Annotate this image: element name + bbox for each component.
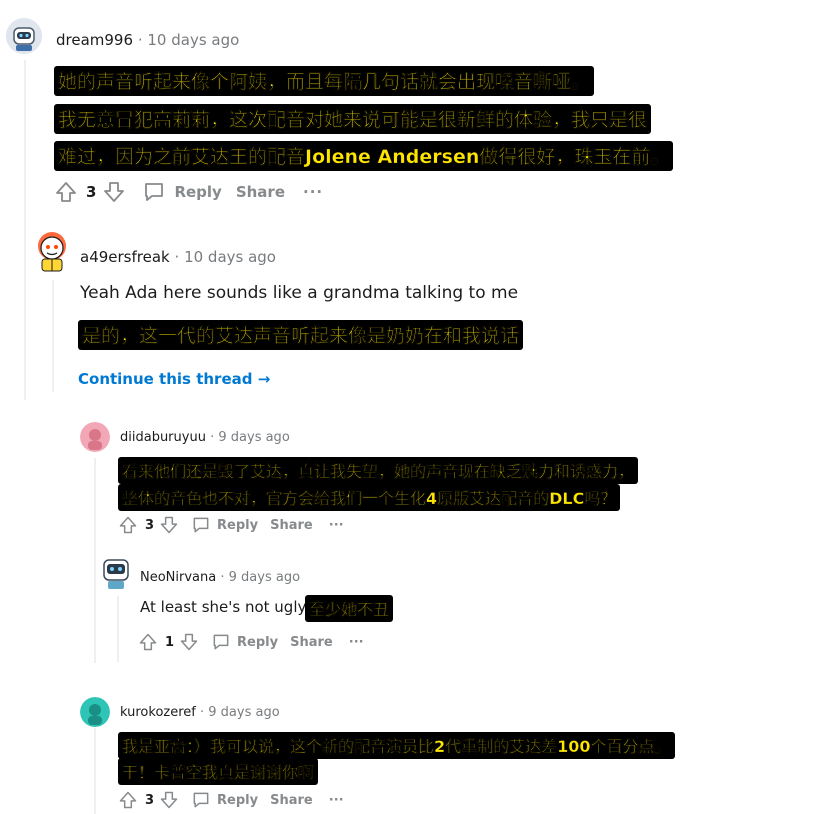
- timestamp[interactable]: 9 days ago: [218, 430, 289, 445]
- comment-actions: 3 Reply Share ···: [118, 790, 344, 810]
- subtitle-line: 是的，这一代的艾达声音听起来像是奶奶在和我说话: [78, 320, 524, 350]
- share-button[interactable]: Share: [290, 635, 333, 650]
- thread-line[interactable]: [94, 728, 96, 814]
- more-icon[interactable]: ···: [303, 183, 323, 201]
- separator: ·: [220, 570, 225, 585]
- thread-line[interactable]: [24, 60, 26, 400]
- subtitle-line: 她的声音听起来像个阿姨，而且每隔几句话就会出现嗓音嘶哑。: [54, 66, 595, 96]
- separator: ·: [137, 31, 143, 49]
- avatar[interactable]: [80, 422, 110, 452]
- comment-reply-icon: [193, 517, 209, 533]
- downvote-icon: [160, 791, 178, 809]
- comment-actions: 1 Reply Share ···: [138, 632, 364, 652]
- reply-label: Reply: [174, 183, 222, 201]
- downvote-icon: [104, 182, 125, 202]
- username[interactable]: dream996: [56, 31, 133, 49]
- username[interactable]: kurokozeref: [120, 705, 196, 720]
- avatar[interactable]: [80, 697, 110, 727]
- avatar[interactable]: [32, 228, 72, 272]
- more-icon[interactable]: ···: [329, 793, 344, 808]
- comment-reply-icon: [213, 634, 229, 650]
- comment-text: Yeah Ada here sounds like a grandma talk…: [80, 283, 519, 303]
- subtitle-line: 我是亚裔：）我可以说，这个新的配音演员比2代重制的艾达差100个百分点。: [118, 732, 675, 759]
- vote-count: 3: [145, 792, 155, 808]
- share-button[interactable]: Share: [270, 793, 313, 808]
- comment-actions: 3 Reply Share ···: [118, 515, 344, 535]
- downvote-button[interactable]: [159, 790, 179, 810]
- reply-button[interactable]: Reply: [211, 632, 278, 652]
- upvote-button[interactable]: [54, 180, 78, 204]
- timestamp[interactable]: 10 days ago: [147, 31, 239, 49]
- reply-button[interactable]: Reply: [191, 790, 258, 810]
- username[interactable]: a49ersfreak: [80, 248, 170, 266]
- upvote-button[interactable]: [138, 632, 158, 652]
- subtitle-line: 看来他们还是毁了艾达，真让我失望，她的声音现在缺乏魅力和诱惑力，: [118, 457, 639, 484]
- upvote-icon: [56, 182, 76, 202]
- downvote-button[interactable]: [179, 632, 199, 652]
- upvote-icon: [119, 791, 137, 809]
- share-button[interactable]: Share: [270, 518, 313, 533]
- upvote-button[interactable]: [118, 790, 138, 810]
- subtitle-line: 难过，因为之前艾达王的配音Jolene Andersen做得很好，珠玉在前。: [54, 141, 674, 171]
- avatar[interactable]: [6, 18, 42, 54]
- comment-text: At least she's not ugly.: [140, 598, 309, 616]
- vote-count: 1: [165, 634, 175, 650]
- thread-line[interactable]: [94, 458, 96, 663]
- upvote-icon: [139, 633, 157, 651]
- avatar[interactable]: [100, 556, 132, 590]
- downvote-icon: [180, 633, 198, 651]
- timestamp[interactable]: 10 days ago: [184, 248, 276, 266]
- reply-label: Reply: [217, 517, 259, 533]
- thread-line[interactable]: [52, 280, 54, 392]
- vote-count: 3: [86, 183, 97, 201]
- subtitle-line: 整体的音色也不对，官方会给我们一个生化4原版艾达配音的DLC吗？: [118, 484, 621, 511]
- timestamp[interactable]: 9 days ago: [208, 705, 279, 720]
- reply-button[interactable]: Reply: [142, 180, 222, 204]
- thread-line[interactable]: [117, 596, 119, 662]
- share-button[interactable]: Share: [236, 183, 285, 201]
- continue-thread-link[interactable]: Continue this thread →: [78, 370, 270, 388]
- downvote-button[interactable]: [102, 180, 126, 204]
- subtitle-line: 我无意冒犯高莉莉，这次配音对她来说可能是很新鲜的体验，我只是很: [54, 104, 652, 134]
- vote-count: 3: [145, 517, 155, 533]
- downvote-button[interactable]: [159, 515, 179, 535]
- username[interactable]: diidaburuyuu: [120, 430, 206, 445]
- separator: ·: [174, 248, 180, 266]
- username[interactable]: NeoNirvana: [140, 570, 216, 585]
- timestamp[interactable]: 9 days ago: [229, 570, 300, 585]
- upvote-icon: [119, 516, 137, 534]
- more-icon[interactable]: ···: [329, 518, 344, 533]
- subtitle-line: 至少她不丑: [305, 595, 394, 622]
- upvote-button[interactable]: [118, 515, 138, 535]
- more-icon[interactable]: ···: [349, 635, 364, 650]
- downvote-icon: [160, 516, 178, 534]
- separator: ·: [200, 705, 205, 720]
- comment-reply-icon: [193, 792, 209, 808]
- separator: ·: [210, 430, 215, 445]
- reply-button[interactable]: Reply: [191, 515, 258, 535]
- subtitle-line: 干！卡普空我真是谢谢你啊: [118, 758, 319, 785]
- comment-reply-icon: [145, 183, 164, 201]
- reply-label: Reply: [237, 634, 279, 650]
- reply-label: Reply: [217, 792, 259, 808]
- comment-actions: 3 Reply Share ···: [54, 180, 323, 204]
